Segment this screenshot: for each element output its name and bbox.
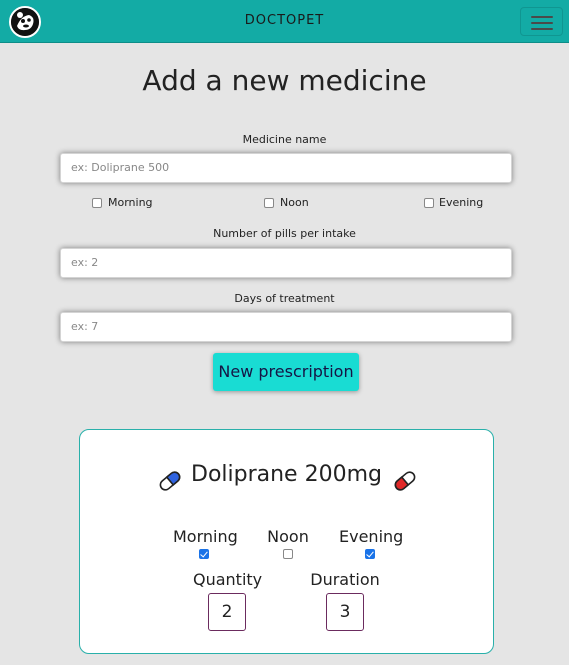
new-prescription-button[interactable]: New prescription [213, 353, 359, 391]
pills-per-intake-label: Number of pills per intake [213, 227, 356, 240]
morning-checkbox[interactable] [92, 198, 102, 208]
days-of-treatment-input[interactable]: ex: 7 [60, 312, 512, 342]
brand-title[interactable]: DOCTOPET [0, 13, 569, 28]
duration-label: Duration [310, 570, 380, 589]
evening-checkbox-label: Evening [439, 196, 484, 209]
medicine-name-input[interactable]: ex: Doliprane 500 [60, 153, 512, 183]
schedule-noon-label: Noon [267, 527, 309, 546]
quantity-label: Quantity [193, 570, 263, 589]
days-of-treatment-label: Days of treatment [234, 292, 335, 305]
schedule-noon-checkbox[interactable] [283, 549, 293, 559]
hamburger-menu-icon[interactable] [520, 7, 563, 36]
pills-per-intake-input[interactable]: ex: 2 [60, 248, 512, 278]
quantity-value: 2 [208, 593, 246, 631]
duration-value: 3 [326, 593, 364, 631]
schedule-evening-checkbox[interactable] [365, 549, 375, 559]
schedule-morning-label: Morning [173, 527, 238, 546]
prescription-card: Doliprane 200mg Morning Noon Evening Qua… [79, 429, 494, 654]
red-pill-icon [392, 468, 418, 494]
noon-checkbox[interactable] [264, 198, 274, 208]
evening-checkbox[interactable] [424, 198, 434, 208]
medicine-name-label: Medicine name [242, 133, 327, 146]
morning-checkbox-label: Morning [108, 196, 153, 209]
schedule-morning-checkbox[interactable] [199, 549, 209, 559]
noon-checkbox-label: Noon [280, 196, 309, 209]
navbar: DOCTOPET [0, 0, 569, 43]
schedule-evening-label: Evening [339, 527, 404, 546]
page-title: Add a new medicine [142, 64, 427, 97]
prescription-medicine-name: Doliprane 200mg [191, 462, 382, 487]
